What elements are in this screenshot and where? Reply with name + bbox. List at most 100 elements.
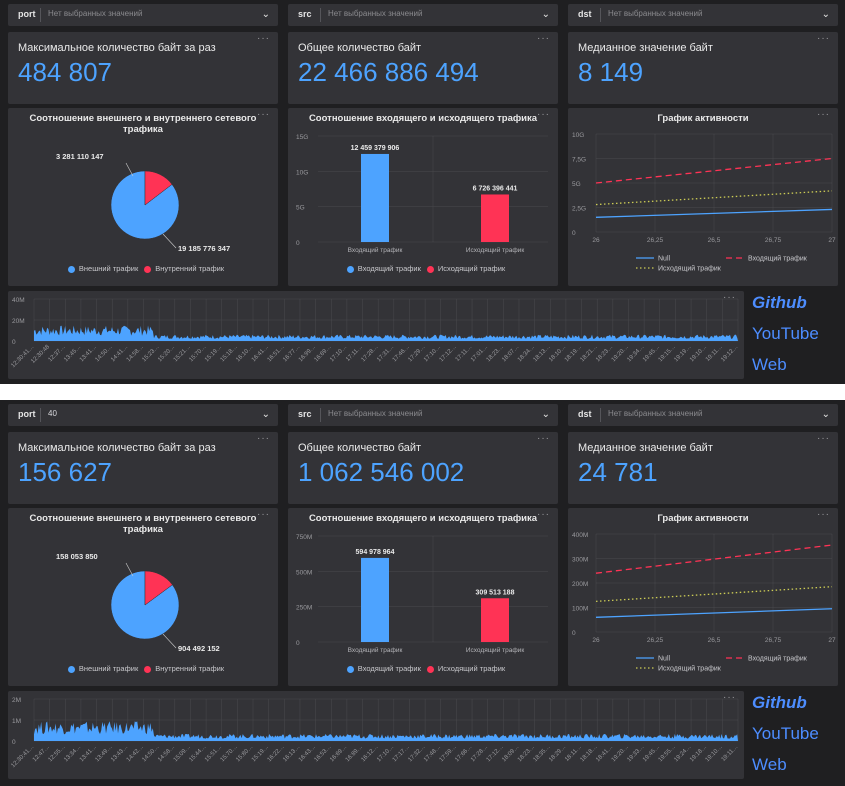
filter-src[interactable]: src Нет выбранных значений ⌄ xyxy=(288,4,558,26)
legend-dot-icon xyxy=(426,665,434,673)
y-tick-label: 10G xyxy=(296,169,308,176)
more-menu-icon[interactable]: ··· xyxy=(537,433,550,444)
filter-dst[interactable]: dst Нет выбранных значений ⌄ xyxy=(568,4,838,26)
kpi-title: Медианное значение байт xyxy=(578,442,713,454)
y-tick-label: 7,5G xyxy=(572,157,586,164)
x-tick-label: 12:30:41… xyxy=(10,344,35,369)
x-tick-label: Входящий трафик xyxy=(348,646,403,654)
filter-label: port xyxy=(18,409,36,419)
legend-label: Внешний трафик xyxy=(78,264,139,273)
timeline-chart-panel: ··· 0 1M 2M 12:30:41… 12:47… 12:55… 13:34… 13:41… xyxy=(8,691,744,779)
chevron-down-icon[interactable]: ⌄ xyxy=(542,409,550,420)
y-tick-label: 300M xyxy=(572,557,588,564)
line-chart-panel: График активности ··· 0 2,5G 5G 7,5G 10G 26 26,2… xyxy=(568,108,838,286)
x-tick-label: 26 xyxy=(592,637,600,644)
y-tick-label: 2,5G xyxy=(572,206,586,213)
filter-label: dst xyxy=(578,409,592,419)
x-tick-label: 26,75 xyxy=(765,237,782,244)
bar-outgoing xyxy=(481,598,509,642)
x-tick-label: Исходящий трафик xyxy=(466,246,524,254)
y-tick-label: 500M xyxy=(296,569,312,576)
y-tick-label: 5G xyxy=(296,205,305,212)
legend-dot-icon xyxy=(144,665,152,673)
legend-label: Входящий трафик xyxy=(357,664,421,673)
pie-leader-line xyxy=(125,562,134,577)
y-tick-label: 0 xyxy=(572,630,576,637)
kpi-card: Медианное значение байт 8 149 ··· xyxy=(568,32,838,104)
y-tick-label: 0 xyxy=(12,739,16,746)
y-tick-label: 2M xyxy=(12,697,21,704)
legend-label: Входящий трафик xyxy=(748,255,808,263)
legend-dot-icon xyxy=(426,265,434,273)
filter-divider xyxy=(40,408,41,422)
x-tick-label: 17:10… xyxy=(329,344,348,363)
kpi-value: 8 149 xyxy=(578,57,644,87)
filter-label: src xyxy=(298,9,312,19)
x-tick-label: Входящий трафик xyxy=(348,246,403,254)
filter-label: dst xyxy=(578,9,592,19)
line-chart-svg: 0 2,5G 5G 7,5G 10G 26 26,25 26,5 26,75 27 Null Вход… xyxy=(572,132,836,273)
pie-legend: Внешний трафик Внутренний трафик xyxy=(8,664,278,673)
chevron-down-icon[interactable]: ⌄ xyxy=(542,9,550,20)
dashboard-top: port Нет выбранных значений ⌄ src Нет выбран… xyxy=(0,0,845,384)
more-menu-icon[interactable]: ··· xyxy=(257,33,270,44)
x-tick-label: Исходящий трафик xyxy=(466,646,524,654)
x-tick-label: 19:10… xyxy=(705,744,724,763)
more-menu-icon[interactable]: ··· xyxy=(537,33,550,44)
x-tick-label: 26,25 xyxy=(647,637,664,644)
links-block: Github YouTube Web xyxy=(752,692,819,785)
filter-src[interactable]: src Нет выбранных значений ⌄ xyxy=(288,404,558,426)
link-github[interactable]: Github xyxy=(752,692,819,714)
link-web[interactable]: Web xyxy=(752,754,819,776)
filter-divider xyxy=(320,8,321,22)
x-tick-label: 26,5 xyxy=(708,637,721,644)
chevron-down-icon[interactable]: ⌄ xyxy=(262,9,270,20)
pie-chart-panel: Соотношение внешнего и внутреннего сетев… xyxy=(8,108,278,286)
legend-label: Входящий трафик xyxy=(748,655,808,663)
kpi-card: Медианное значение байт 24 781 ··· xyxy=(568,432,838,504)
link-github[interactable]: Github xyxy=(752,292,819,314)
activity-area xyxy=(34,721,738,741)
filter-divider xyxy=(600,408,601,422)
y-tick-label: 10G xyxy=(572,132,584,139)
filter-dst[interactable]: dst Нет выбранных значений ⌄ xyxy=(568,404,838,426)
kpi-card: Общее количество байт 1 062 546 002 ··· xyxy=(288,432,558,504)
x-tick-label: 19:11… xyxy=(721,744,740,763)
kpi-value: 484 807 xyxy=(18,57,112,87)
bar-chart-panel: Соотношение входящего и исходящего трафи… xyxy=(288,508,558,686)
filter-value: Нет выбранных значений xyxy=(328,409,423,418)
filter-value: Нет выбранных значений xyxy=(48,9,143,18)
pie-leader-line xyxy=(162,233,177,249)
y-tick-label: 40M xyxy=(12,297,25,304)
x-tick-label: 26,5 xyxy=(708,237,721,244)
more-menu-icon[interactable]: ··· xyxy=(817,433,830,444)
kpi-value: 1 062 546 002 xyxy=(298,457,465,487)
link-web[interactable]: Web xyxy=(752,354,819,376)
pie-chart-panel: Соотношение внешнего и внутреннего сетев… xyxy=(8,508,278,686)
y-tick-label: 5G xyxy=(572,181,581,188)
pie-chart-svg: 904 492 152 158 053 850 xyxy=(56,552,220,653)
link-youtube[interactable]: YouTube xyxy=(752,723,819,745)
filter-divider xyxy=(600,8,601,22)
timeline-chart-svg: 01M2M12:30:41…12:47…12:55…13:34…13:41…13… xyxy=(10,697,740,769)
legend-label: Исходящий трафик xyxy=(437,664,506,673)
legend-label: Внутренний трафик xyxy=(155,664,225,673)
link-youtube[interactable]: YouTube xyxy=(752,323,819,345)
bar-value-label: 12 459 379 906 xyxy=(351,145,400,152)
bar-incoming xyxy=(361,153,389,242)
legend-label: Исходящий трафик xyxy=(658,665,722,673)
bar-legend: Входящий трафик Исходящий трафик xyxy=(288,264,558,273)
filter-port[interactable]: port Нет выбранных значений ⌄ xyxy=(8,4,278,26)
chevron-down-icon[interactable]: ⌄ xyxy=(822,9,830,20)
chevron-down-icon[interactable]: ⌄ xyxy=(822,409,830,420)
filter-port[interactable]: port 40 ⌄ xyxy=(8,404,278,426)
chevron-down-icon[interactable]: ⌄ xyxy=(262,409,270,420)
kpi-title: Медианное значение байт xyxy=(578,42,713,54)
filter-label: src xyxy=(298,409,312,419)
x-tick-label: 27 xyxy=(828,237,836,244)
legend-label: Входящий трафик xyxy=(357,264,421,273)
x-tick-label: 26,75 xyxy=(765,637,782,644)
timeline-chart-svg: 020M40M12:30:41…12:30:4812:37…13:45…13:4… xyxy=(10,297,739,369)
more-menu-icon[interactable]: ··· xyxy=(257,433,270,444)
more-menu-icon[interactable]: ··· xyxy=(817,33,830,44)
